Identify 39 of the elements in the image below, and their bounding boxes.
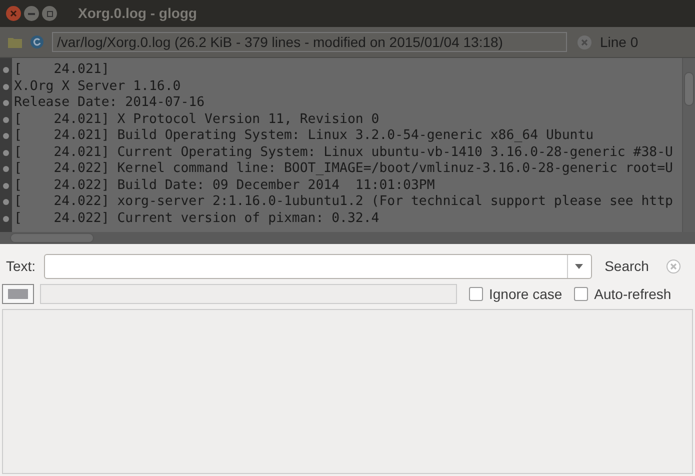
line-marker-icon[interactable] bbox=[3, 199, 9, 206]
search-button[interactable]: Search bbox=[602, 256, 652, 276]
line-indicator: Line 0 bbox=[600, 32, 638, 52]
maximize-icon[interactable] bbox=[42, 6, 57, 21]
line-marker-icon[interactable] bbox=[3, 100, 9, 106]
log-line: [ 24.021] bbox=[13, 62, 110, 78]
checkbox-label: Ignore case bbox=[489, 284, 562, 304]
log-line: [ 24.021] Current Operating System: Linux ubuntu-vb-1410 3.16.0-28-generic #38-U bbox=[13, 144, 674, 161]
checkbox-label: Auto-refresh bbox=[594, 284, 672, 304]
log-line: [ 24.022] Build Date: 09 December 2014 11:01:03PM bbox=[13, 178, 436, 194]
line-marker-icon[interactable] bbox=[3, 84, 9, 90]
line-marker-icon[interactable] bbox=[3, 116, 9, 123]
text-label: Text: bbox=[6, 256, 36, 276]
line-marker-icon[interactable] bbox=[3, 67, 9, 74]
log-line: [ 24.022] Kernel command line: BOOT_IMAGE=/boot/vmlinuz-3.16.0-28-generic root=U bbox=[13, 161, 674, 178]
checkbox[interactable] bbox=[469, 287, 483, 301]
checkbox[interactable] bbox=[574, 287, 588, 301]
color-swatch-button[interactable] bbox=[2, 284, 34, 304]
line-marker-icon[interactable] bbox=[3, 150, 9, 156]
file-info-field: /var/log/Xorg.0.log (26.2 KiB - 379 lines - modified on 2015/01/04 13:18) bbox=[52, 32, 567, 52]
log-line: [ 24.022] xorg-server 2:1.16.0-1ubuntu1.2 (For technical support please see http bbox=[13, 194, 674, 210]
clear-icon[interactable] bbox=[666, 258, 681, 274]
horizontal-scrollbar[interactable] bbox=[0, 232, 695, 244]
log-line: Release Date: 2014-07-16 bbox=[13, 95, 206, 112]
clear-icon[interactable] bbox=[577, 34, 592, 50]
line-marker-icon[interactable] bbox=[3, 133, 9, 140]
line-marker-icon[interactable] bbox=[3, 182, 9, 189]
line-marker-icon[interactable] bbox=[3, 216, 9, 222]
log-line: [ 24.021] Build Operating System: Linux 3.2.0-54-generic x86_64 Ubuntu bbox=[13, 128, 595, 144]
log-line: X.Org X Server 1.16.0 bbox=[13, 78, 182, 95]
log-line: [ 24.022] Current version of pixman: 0.32.4 bbox=[13, 210, 380, 227]
window-title: Xorg.0.log - glogg bbox=[78, 4, 197, 23]
minimize-icon[interactable] bbox=[24, 6, 39, 21]
reload-icon[interactable] bbox=[30, 35, 44, 49]
dropdown-caret-icon[interactable] bbox=[575, 264, 584, 268]
log-line: [ 24.021] X Protocol Version 11, Revision 0 bbox=[13, 112, 380, 128]
close-icon[interactable] bbox=[6, 6, 21, 21]
vertical-scrollbar[interactable] bbox=[682, 58, 695, 232]
line-marker-icon[interactable] bbox=[3, 166, 9, 172]
